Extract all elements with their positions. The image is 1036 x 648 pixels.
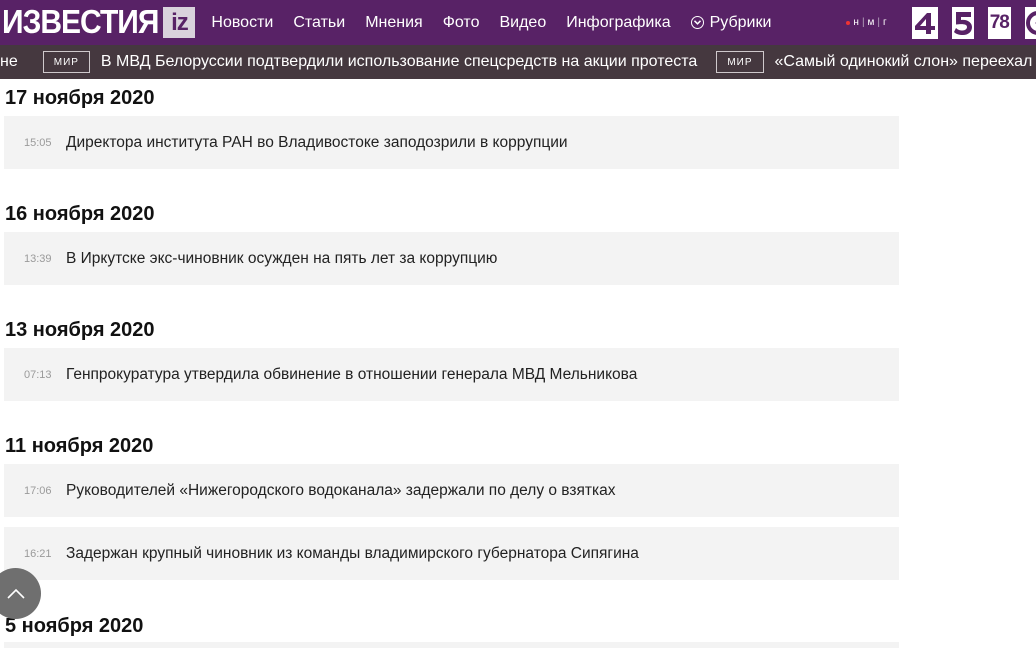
date-heading: 13 ноября 2020 (5, 319, 155, 341)
nav-item-infographics[interactable]: Инфографика (566, 14, 670, 32)
news-card[interactable]: 16:21 Задержан крупный чиновник из коман… (4, 527, 899, 580)
date-heading: 17 ноября 2020 (5, 87, 155, 109)
news-time: 13:39 (24, 252, 52, 265)
logo-wordmark: ИЗВЕСТИЯ (2, 3, 159, 41)
nav-item-rubrics-label: Рубрики (709, 13, 772, 31)
ticker-headline[interactable]: «Самый одинокий слон» переехал (775, 53, 1033, 71)
news-card[interactable]: 07:13 Генпрокуратура утвердила обвинение… (4, 348, 899, 401)
news-title: Генпрокуратура утвердила обвинение в отн… (66, 365, 638, 383)
channel-4-logo-icon[interactable] (911, 6, 938, 39)
nav-item-opinions[interactable]: Мнения (365, 14, 423, 32)
nmg-dot-icon (846, 20, 851, 25)
channel-78-logo[interactable]: 78 (987, 6, 1011, 39)
chevron-circle-icon (690, 16, 704, 29)
news-time: 16:21 (24, 547, 52, 560)
news-card[interactable]: 15:05 Директора института РАН во Владиво… (4, 116, 899, 169)
logo-badge: iz (163, 7, 196, 38)
channel-5-logo-icon[interactable] (951, 6, 974, 39)
date-heading: 16 ноября 2020 (5, 203, 155, 225)
news-title: Задержан крупный чиновник из команды вла… (66, 544, 639, 562)
main-nav: Новости Статьи Мнения Фото Видео Инфогра… (211, 14, 791, 32)
nav-item-articles[interactable]: Статьи (293, 14, 345, 32)
news-title: Директора института РАН во Владивостоке … (66, 133, 568, 151)
nmg-letter: м (867, 17, 876, 28)
site-logo[interactable]: ИЗВЕСТИЯ iz (0, 0, 196, 45)
date-heading: 11 ноября 2020 (5, 435, 154, 457)
nav-item-news[interactable]: Новости (211, 14, 273, 32)
nav-item-rubrics[interactable]: Рубрики (690, 13, 772, 32)
channel-78-label: 78 (989, 11, 1010, 33)
channel-star-logo-icon[interactable] (1024, 6, 1036, 39)
nav-item-photo[interactable]: Фото (443, 14, 480, 32)
news-title: Руководителей «Нижегородского водоканала… (66, 481, 616, 499)
ticker-tag[interactable]: МИР (716, 51, 764, 73)
nmg-letter: г (883, 17, 888, 28)
news-card[interactable]: 13:39 В Иркутске экс-чиновник осужден на… (4, 232, 899, 285)
ticker-headline[interactable]: В МВД Белоруссии подтвердили использован… (101, 53, 697, 71)
page: ИЗВЕСТИЯ iz Новости Статьи Мнения Фото В… (0, 0, 1036, 648)
site-header: ИЗВЕСТИЯ iz Новости Статьи Мнения Фото В… (0, 0, 1036, 45)
news-time: 17:06 (24, 484, 52, 497)
news-title: В Иркутске экс-чиновник осужден на пять … (66, 249, 498, 267)
next-card-edge (4, 642, 899, 648)
news-card[interactable]: 17:06 Руководителей «Нижегородского водо… (4, 464, 899, 517)
news-time: 15:05 (24, 136, 52, 149)
ticker-lead-text[interactable]: не (0, 53, 18, 71)
chevron-up-icon (6, 588, 25, 599)
news-ticker: не МИР В МВД Белоруссии подтвердили испо… (0, 45, 1036, 79)
nmg-logo[interactable]: н | м | г (846, 17, 887, 28)
news-time: 07:13 (24, 368, 52, 381)
nav-item-video[interactable]: Видео (499, 14, 546, 32)
nmg-letter: н (853, 17, 860, 28)
ticker-tag[interactable]: МИР (42, 51, 90, 73)
date-heading: 5 ноября 2020 (5, 615, 144, 637)
